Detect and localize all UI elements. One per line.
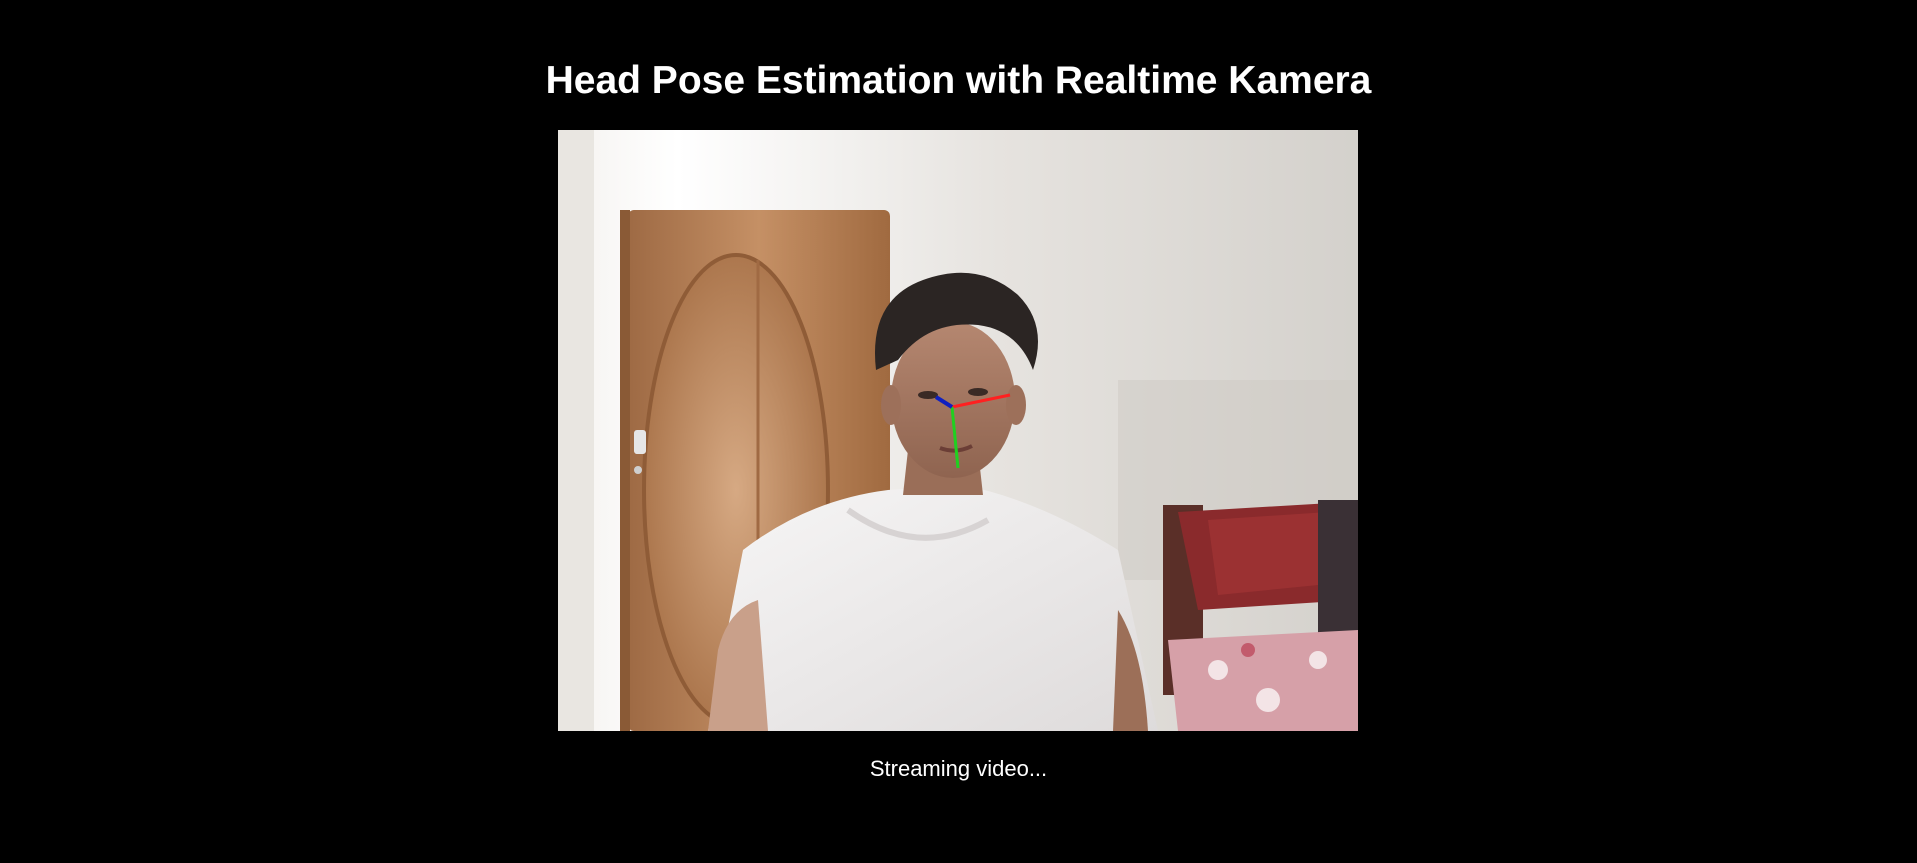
webcam-frame-image	[558, 130, 1358, 731]
eye-right	[968, 388, 988, 396]
dark-cloth	[1318, 500, 1358, 640]
towel-fold	[1208, 512, 1328, 595]
ear-left	[881, 385, 901, 425]
floral-dot-1	[1208, 660, 1228, 680]
video-stream	[558, 130, 1358, 731]
page-title: Head Pose Estimation with Realtime Kamer…	[545, 59, 1372, 102]
ear-right	[1006, 385, 1026, 425]
door-frame-edge	[620, 210, 630, 731]
door-handle	[634, 430, 646, 454]
eye-left	[918, 391, 938, 399]
status-text: Streaming video...	[869, 756, 1048, 781]
floral-dot-3	[1309, 651, 1327, 669]
floral-dot-4	[1241, 643, 1255, 657]
floral-cover	[1168, 630, 1358, 731]
door-knob	[634, 466, 642, 474]
floral-dot-2	[1256, 688, 1280, 712]
left-wall-edge	[558, 130, 594, 731]
